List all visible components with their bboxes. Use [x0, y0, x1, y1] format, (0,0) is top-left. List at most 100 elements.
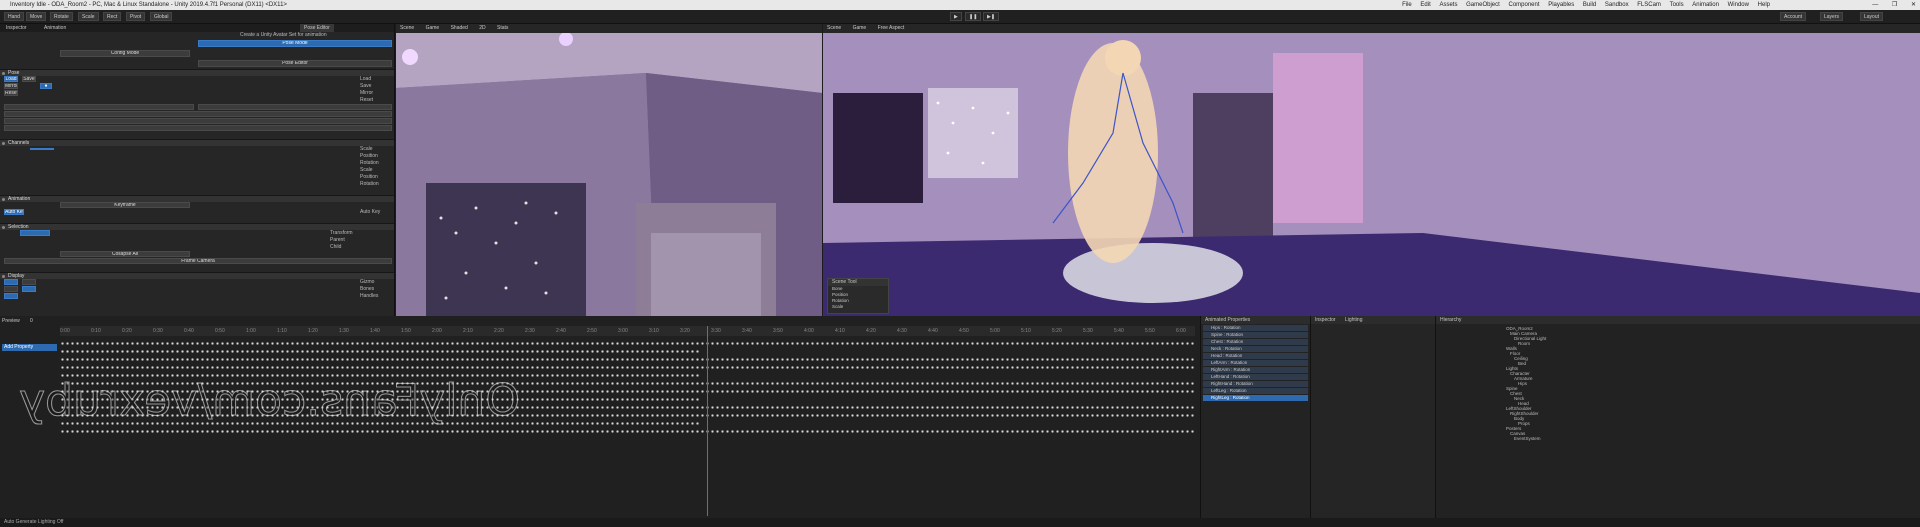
menu-build[interactable]: Build	[1583, 2, 1596, 8]
selection-mode-button[interactable]	[20, 230, 50, 236]
account-dropdown[interactable]: Account	[1780, 12, 1807, 21]
auto-key-toggle[interactable]: Auto Key	[4, 209, 24, 215]
scale-tool-button[interactable]: Scale	[78, 12, 99, 21]
keyframe-row[interactable]	[60, 342, 1195, 345]
move-tool-button[interactable]: Move	[26, 12, 47, 21]
ruler-tick: 3:10	[649, 328, 659, 334]
close-button[interactable]: ✕	[1911, 2, 1916, 8]
channel-slider[interactable]	[30, 148, 54, 150]
pose-mode-button[interactable]: Pose Mode	[198, 40, 392, 47]
rotate-tool-button[interactable]: Rotate	[50, 12, 73, 21]
section-animation[interactable]: Animation	[0, 195, 394, 202]
scene-viewport-left[interactable]: Scene Game Shaded 2D Stats	[396, 24, 822, 316]
playhead[interactable]	[707, 326, 708, 516]
rect-tool-button[interactable]: Rect	[103, 12, 122, 21]
pose-action-button-4[interactable]	[4, 118, 392, 124]
tab-scene-right[interactable]: Scene	[827, 25, 841, 31]
pose-save-button[interactable]: Save	[22, 76, 36, 82]
ruler-tick: 3:00	[618, 328, 628, 334]
scene-tool-overlay[interactable]: Scene Tool Bone Position Rotation Scale	[827, 278, 889, 314]
preview-label[interactable]: Preview	[2, 318, 20, 324]
tab-game-right[interactable]: Game	[853, 25, 867, 31]
2d-toggle[interactable]: 2D	[479, 25, 485, 31]
tab-inspector-right[interactable]: Inspector	[1311, 317, 1340, 323]
hand-tool-button[interactable]: Hand	[4, 12, 24, 21]
shading-dropdown[interactable]: Shaded	[451, 25, 468, 31]
track-item[interactable]: Head : Rotation	[1203, 353, 1308, 359]
pose-editor-button[interactable]: Pose Editor	[198, 60, 392, 67]
tab-inspector[interactable]: Inspector	[2, 24, 31, 32]
stats-toggle[interactable]: Stats	[497, 25, 508, 31]
keyframe-row[interactable]	[60, 430, 1195, 433]
play-button[interactable]: ▶	[950, 12, 962, 21]
menu-file[interactable]: File	[1402, 2, 1412, 8]
track-item[interactable]: RightArm : Rotation	[1203, 367, 1308, 373]
pose-load-button[interactable]: Load	[4, 76, 18, 82]
pivot-toggle[interactable]: Pivot	[126, 12, 146, 21]
menu-flscam[interactable]: FLSCam	[1637, 2, 1661, 8]
menu-sandbox[interactable]: Sandbox	[1605, 2, 1629, 8]
handles-toggle[interactable]	[4, 293, 18, 299]
layout-dropdown[interactable]: Layout	[1860, 12, 1884, 21]
track-item[interactable]: RightHand : Rotation	[1203, 381, 1308, 387]
tab-lighting[interactable]: Lighting	[1341, 317, 1367, 323]
tab-animation[interactable]: Animation	[40, 24, 70, 32]
add-property-button[interactable]: Add Property	[2, 344, 57, 351]
frame-camera-button[interactable]: Frame Camera	[4, 258, 392, 264]
keyframe-row[interactable]	[60, 350, 700, 353]
bones-toggle-2[interactable]	[22, 286, 36, 292]
pose-action-button-3[interactable]	[4, 111, 392, 117]
menu-component[interactable]: Component	[1508, 2, 1539, 8]
menu-tools[interactable]: Tools	[1670, 2, 1684, 8]
hierarchy-title: Hierarchy	[1436, 316, 1920, 324]
track-item[interactable]: Spine : Rotation	[1203, 332, 1308, 338]
step-button[interactable]: ▶❚	[983, 12, 1000, 21]
track-item[interactable]: LeftLeg : Rotation	[1203, 388, 1308, 394]
section-pose[interactable]: Pose	[0, 69, 394, 76]
track-item[interactable]: Neck : Rotation	[1203, 346, 1308, 352]
menu-playables[interactable]: Playables	[1548, 2, 1574, 8]
timeline-ruler[interactable]: 0:00 0:10 0:20 0:30 0:40 0:50 1:00 1:10 1:20 1:30…	[60, 326, 1195, 336]
tab-scene-left[interactable]: Scene	[400, 25, 414, 31]
menu-gameobject[interactable]: GameObject	[1466, 2, 1500, 8]
pose-toggle-button[interactable]: ●	[40, 83, 52, 89]
menu-animation[interactable]: Animation	[1692, 2, 1719, 8]
space-toggle[interactable]: Global	[150, 12, 173, 21]
minimize-button[interactable]: —	[1872, 2, 1878, 8]
bones-toggle[interactable]	[4, 286, 18, 292]
aspect-dropdown[interactable]: Free Aspect	[878, 25, 905, 31]
track-item[interactable]: Hips : Rotation	[1203, 325, 1308, 331]
scene-viewport-right[interactable]: Scene Game Free Aspect Scene Tool Bone P…	[823, 24, 1920, 316]
pause-button[interactable]: ❚❚	[965, 12, 982, 21]
keyframe-row[interactable]	[60, 366, 1195, 369]
menu-assets[interactable]: Assets	[1439, 2, 1457, 8]
track-item[interactable]: Chest : Rotation	[1203, 339, 1308, 345]
keyframe-row[interactable]	[60, 358, 1195, 361]
frame-field[interactable]: 0	[30, 318, 33, 324]
track-item[interactable]: LeftHand : Rotation	[1203, 374, 1308, 380]
config-mode-button[interactable]: Config Mode	[60, 50, 190, 57]
pose-mirror-button[interactable]: Mirror	[4, 83, 18, 89]
section-selection[interactable]: Selection	[0, 223, 394, 230]
hierarchy-item[interactable]: EventSystem	[1506, 436, 1920, 441]
layers-dropdown[interactable]: Layers	[1820, 12, 1844, 21]
maximize-button[interactable]: ❐	[1892, 2, 1897, 8]
section-channels[interactable]: Channels	[0, 139, 394, 146]
ruler-tick: 5:20	[1052, 328, 1062, 334]
pose-action-button-1[interactable]	[4, 104, 194, 110]
track-item[interactable]: RightLeg : Rotation	[1203, 395, 1308, 401]
menu-edit[interactable]: Edit	[1420, 2, 1430, 8]
gizmo-toggle-2[interactable]	[22, 279, 36, 285]
tab-pose-editor[interactable]: Pose Editor	[300, 24, 334, 32]
collapse-all-button[interactable]: Collapse All	[60, 251, 190, 257]
pose-action-button-2[interactable]	[198, 104, 392, 110]
gizmo-toggle[interactable]	[4, 279, 18, 285]
section-display[interactable]: Display	[0, 272, 394, 279]
pose-reset-button[interactable]: Reset	[4, 90, 18, 96]
menu-help[interactable]: Help	[1758, 2, 1770, 8]
tab-game-left[interactable]: Game	[426, 25, 440, 31]
menu-window[interactable]: Window	[1728, 2, 1749, 8]
keyframe-button[interactable]: Keyframe	[60, 202, 190, 208]
track-item[interactable]: LeftArm : Rotation	[1203, 360, 1308, 366]
pose-action-button-5[interactable]	[4, 125, 392, 131]
